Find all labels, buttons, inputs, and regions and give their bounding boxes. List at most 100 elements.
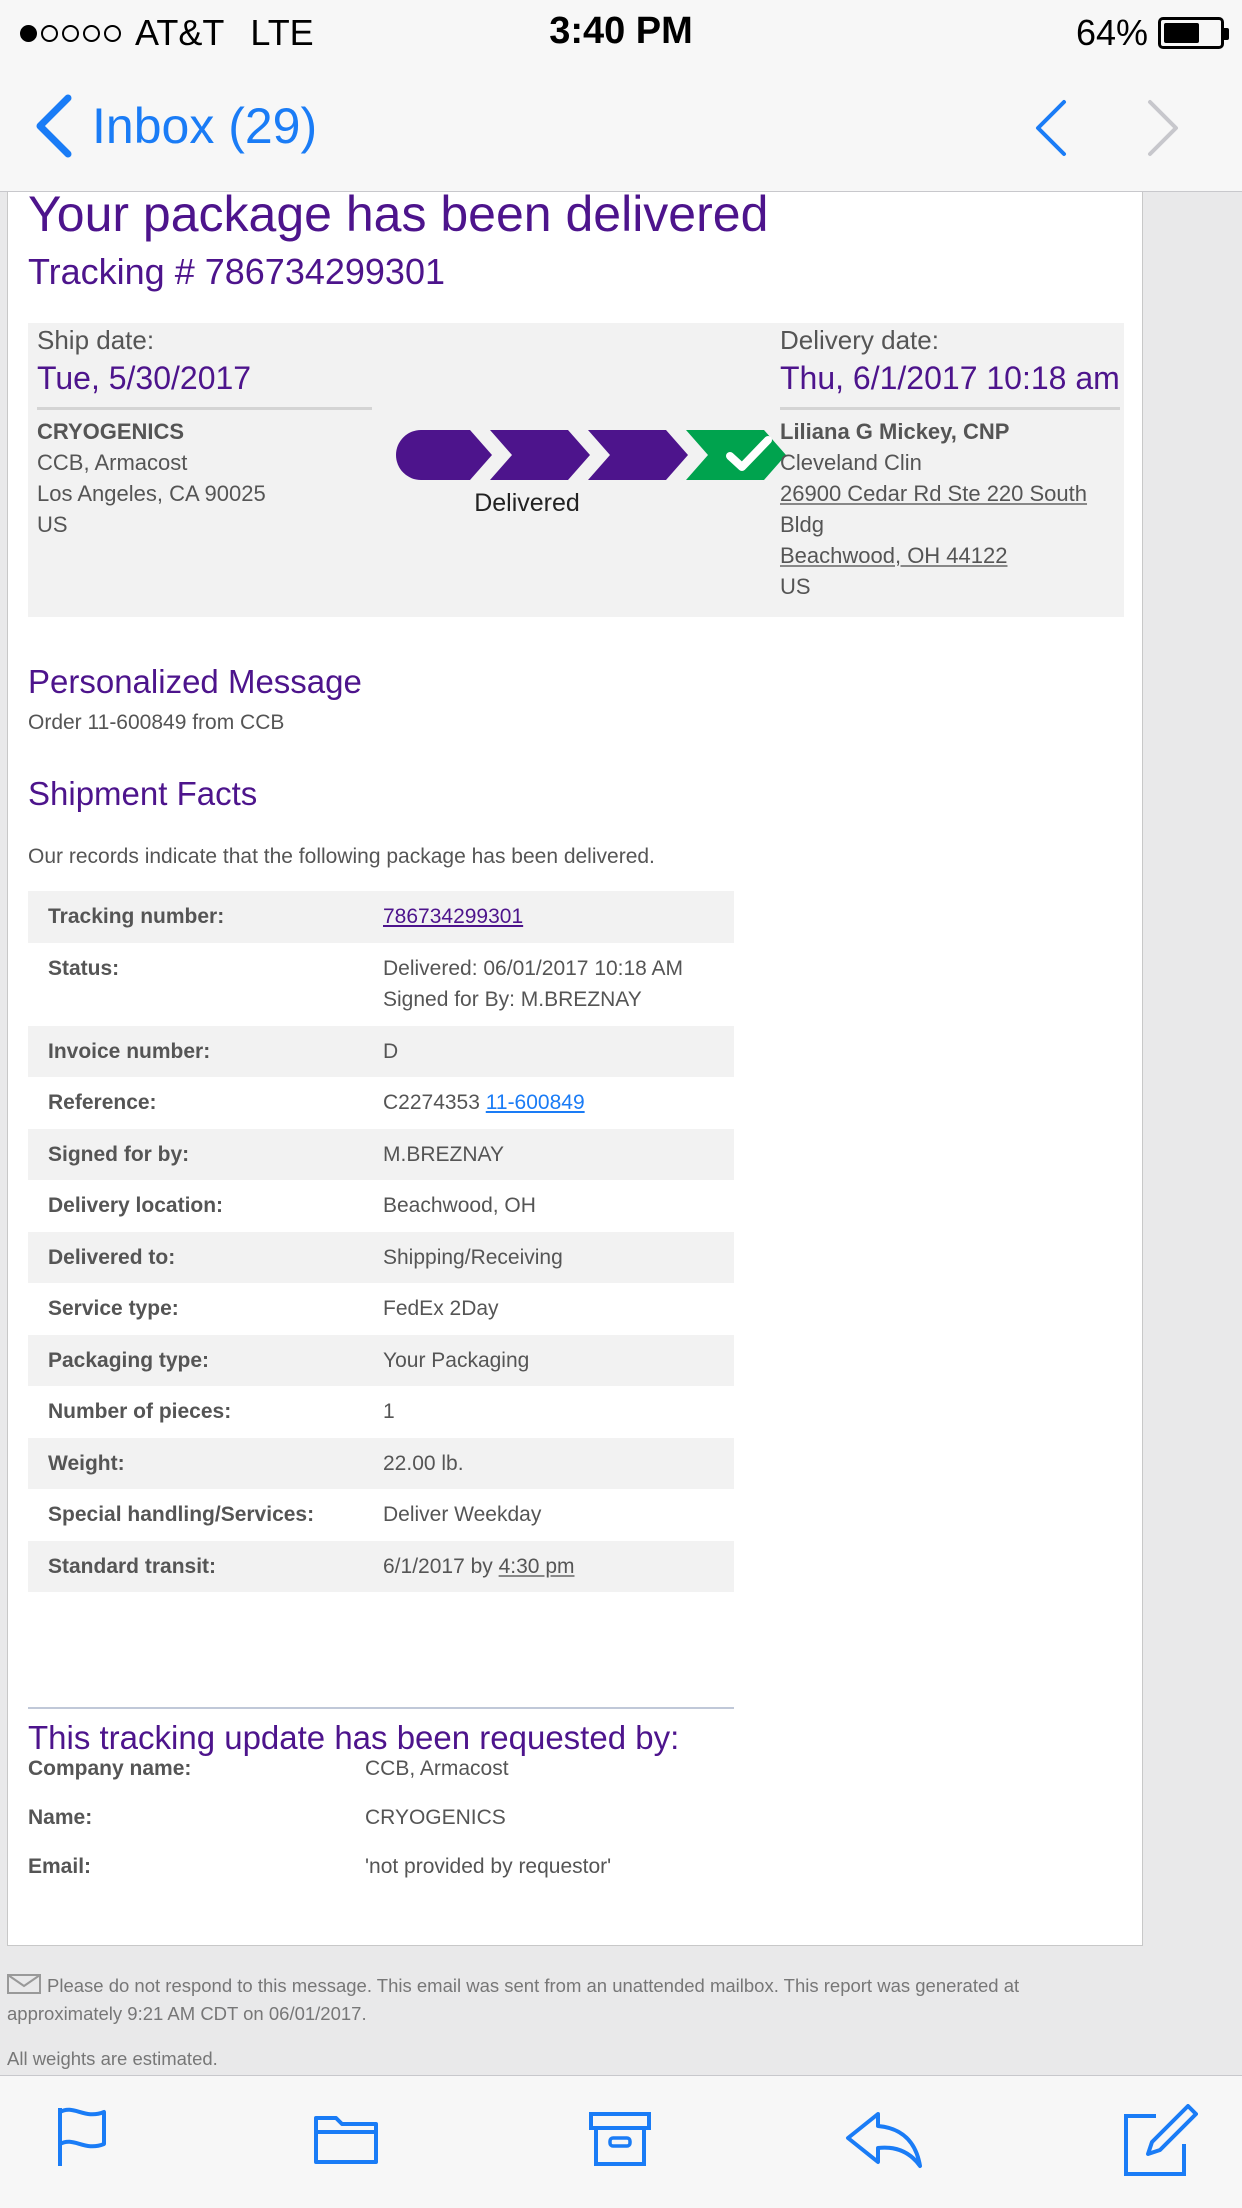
recipient-line1: Cleveland Clin — [780, 450, 922, 475]
shipment-facts-heading: Shipment Facts — [28, 775, 258, 812]
recipient-address-link[interactable]: 26900 Cedar Rd Ste 220 South — [780, 478, 1120, 509]
table-row: Weight: 22.00 lb. — [28, 1437, 734, 1489]
battery-icon — [1158, 17, 1229, 49]
fact-label: Signed for by: — [48, 1142, 190, 1166]
table-row: Delivery location: Beachwood, OH — [28, 1180, 734, 1232]
progress-step — [588, 430, 688, 480]
personalized-message-heading: Personalized Message — [28, 663, 362, 700]
table-row: Tracking number: 786734299301 — [28, 891, 734, 943]
fact-value: Shipping/Receiving — [383, 1245, 563, 1269]
personalized-message-text: Order 11-600849 from CCB — [28, 711, 285, 734]
table-row: Signed for by: M.BREZNAY — [28, 1128, 734, 1180]
table-row: Packaging type: Your Packaging — [28, 1334, 734, 1386]
chevron-left-icon — [1036, 100, 1066, 156]
recipient-city-link[interactable]: Beachwood, OH 44122 — [780, 540, 1120, 571]
fact-label: Service type: — [48, 1297, 179, 1320]
bottom-toolbar — [0, 2075, 1242, 2208]
compose-button[interactable] — [1122, 2104, 1198, 2185]
reply-icon — [846, 2112, 922, 2168]
shipper-line1: CCB, Armacost — [37, 450, 188, 475]
fact-label: Special handling/Services: — [48, 1503, 315, 1526]
table-row: Invoice number: D — [28, 1025, 734, 1077]
ship-date: Tue, 5/30/2017 — [37, 360, 372, 410]
progress-step — [396, 430, 492, 480]
folder-icon — [314, 2116, 378, 2164]
reply-button[interactable] — [844, 2104, 924, 2175]
fact-value: 1 — [383, 1400, 395, 1423]
tracking-header: Tracking # 786734299301 — [28, 251, 445, 292]
status-right: 64% — [1075, 12, 1229, 54]
fact-value: 6/1/2017 by — [383, 1554, 493, 1578]
table-row: Service type: FedEx 2Day — [28, 1283, 734, 1335]
footer-notice: Please do not respond to this message. T… — [7, 1972, 1127, 2027]
email-body[interactable]: Your package has been delivered Tracking… — [0, 192, 1242, 2075]
fact-label: Number of pieces: — [48, 1400, 232, 1423]
table-row: Company name: CCB, Armacost — [28, 1755, 734, 1804]
recipient-name: Liliana G Mickey, CNP — [780, 419, 1010, 444]
email-title: Your package has been delivered — [28, 192, 769, 242]
flag-icon — [58, 2107, 106, 2166]
requester-value: CRYOGENICS — [365, 1806, 506, 1829]
navigation-bar: Inbox (29) — [0, 64, 1242, 192]
section-divider — [28, 1707, 734, 1709]
table-row: Name: CRYOGENICS — [28, 1804, 734, 1853]
next-message-button[interactable] — [1146, 98, 1180, 163]
tracking-number-link[interactable]: 786734299301 — [383, 905, 523, 928]
requested-by-heading: This tracking update has been requested … — [28, 1719, 680, 1756]
compose-icon — [1124, 2104, 1198, 2176]
weights-note: All weights are estimated. — [7, 2048, 218, 2069]
requester-label: Name: — [28, 1806, 93, 1829]
requester-label: Email: — [28, 1855, 92, 1878]
fact-value: C2274353 — [383, 1091, 480, 1114]
table-row: Delivered to: Shipping/Receiving — [28, 1231, 734, 1283]
archive-button[interactable] — [588, 2104, 652, 2175]
delivery-progress-bar — [396, 430, 786, 480]
fact-label: Status: — [48, 956, 120, 980]
back-label: Inbox (29) — [92, 98, 318, 154]
email-card: Your package has been delivered Tracking… — [7, 192, 1143, 1946]
table-row: Reference: C2274353 11-600849 — [28, 1077, 734, 1129]
flag-button[interactable] — [54, 2104, 114, 2175]
fact-value: D — [383, 1039, 399, 1063]
chevron-right-icon — [1148, 100, 1178, 156]
recipient-country: US — [780, 574, 811, 599]
table-row: Number of pieces: 1 — [28, 1386, 734, 1438]
footer-notice-text: Please do not respond to this message. T… — [7, 1975, 1020, 2024]
reference-link[interactable]: 11-600849 — [486, 1091, 585, 1114]
shipper-line2: Los Angeles, CA 90025 — [37, 481, 266, 506]
fact-value: Beachwood, OH — [383, 1194, 536, 1217]
fact-label: Packaging type: — [48, 1348, 210, 1372]
table-row: Standard transit: 6/1/2017 by 4:30 pm — [28, 1540, 734, 1592]
previous-message-button[interactable] — [1034, 98, 1068, 163]
fact-label: Reference: — [48, 1091, 157, 1114]
fact-label: Weight: — [48, 1451, 125, 1475]
progress-status-label: Delivered — [474, 489, 580, 517]
delivery-date-label: Delivery date: — [780, 325, 939, 355]
archive-icon — [589, 2112, 651, 2166]
move-to-folder-button[interactable] — [312, 2104, 380, 2175]
progress-step — [490, 430, 590, 480]
fact-value: Delivered: 06/01/2017 10:18 AM Signed fo… — [383, 956, 684, 1012]
table-row: Email: 'not provided by requestor' — [28, 1853, 734, 1902]
delivery-date: Thu, 6/1/2017 10:18 am — [780, 360, 1120, 410]
fact-label: Standard transit: — [48, 1554, 217, 1578]
envelope-icon — [7, 1974, 41, 1994]
chevron-left-icon — [36, 94, 72, 158]
fact-label: Delivered to: — [48, 1245, 176, 1269]
fact-label: Tracking number: — [48, 905, 225, 928]
shipper-name: CRYOGENICS — [37, 419, 185, 444]
fact-value: Deliver Weekday — [383, 1503, 542, 1526]
battery-percent: 64% — [1075, 12, 1148, 53]
fact-value: 22.00 lb. — [383, 1451, 464, 1475]
requester-value: CCB, Armacost — [365, 1757, 509, 1780]
shipment-summary: Ship date: Tue, 5/30/2017 CRYOGENICS CCB… — [28, 323, 1124, 617]
ship-from-block: Ship date: Tue, 5/30/2017 CRYOGENICS CCB… — [37, 325, 372, 540]
status-bar: AT&T LTE 3:40 PM 64% — [0, 0, 1242, 64]
fact-value: Your Packaging — [383, 1348, 530, 1372]
status-time: 3:40 PM — [549, 10, 693, 52]
fact-value: M.BREZNAY — [383, 1142, 504, 1166]
shipper-country: US — [37, 512, 68, 537]
table-row: Special handling/Services: Deliver Weekd… — [28, 1489, 734, 1541]
requested-by-table: Company name: CCB, Armacost Name: CRYOGE… — [28, 1755, 734, 1902]
back-to-inbox-button[interactable]: Inbox (29) — [34, 94, 317, 158]
